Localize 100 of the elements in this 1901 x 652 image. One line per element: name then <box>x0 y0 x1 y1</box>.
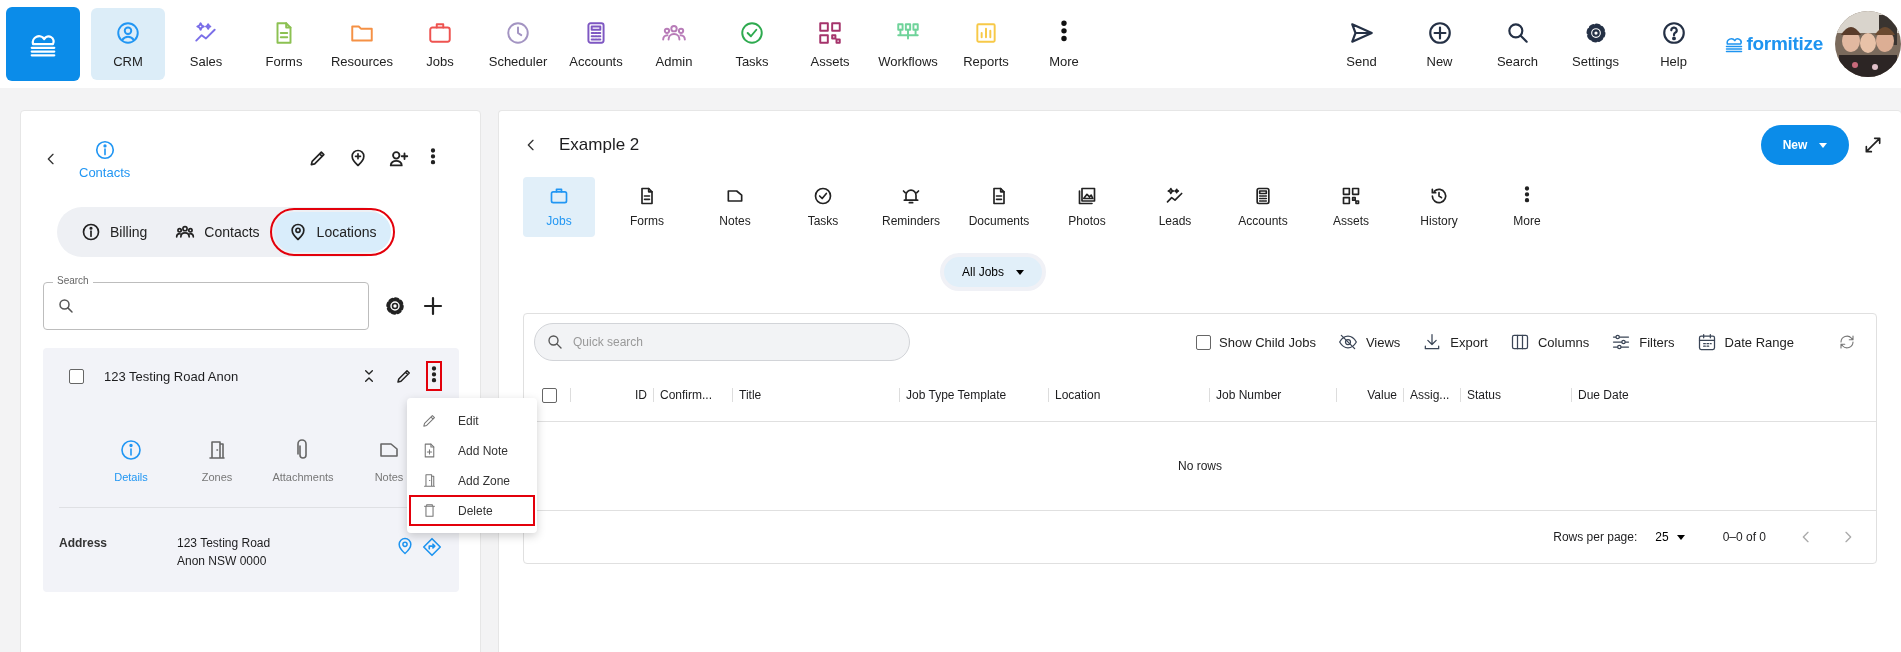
show-child-jobs-checkbox[interactable]: Show Child Jobs <box>1196 334 1316 350</box>
toolbar-button[interactable]: Columns <box>1509 332 1590 352</box>
info-icon <box>81 222 101 242</box>
column-header[interactable]: Value <box>1361 388 1403 402</box>
toolbar-action[interactable]: Help <box>1637 19 1710 69</box>
column-header[interactable]: Job Number <box>1210 388 1288 402</box>
menu-item[interactable]: Delete <box>411 497 533 524</box>
page-range: 0–0 of 0 <box>1722 530 1766 544</box>
refresh-icon <box>1838 333 1856 351</box>
tab[interactable]: Reminders <box>875 177 947 237</box>
column-header[interactable]: ID <box>629 388 653 402</box>
toolbar-action[interactable]: New <box>1403 19 1476 69</box>
menu-item[interactable]: Edit <box>411 407 533 434</box>
tab[interactable]: Contacts <box>161 212 274 252</box>
record-title: Example 2 <box>559 135 640 155</box>
nav-item[interactable]: Assets <box>793 8 867 80</box>
expand-icon <box>1863 135 1883 155</box>
toolbar-action[interactable]: Send <box>1325 19 1398 69</box>
nav-item[interactable]: Reports <box>949 8 1023 80</box>
column-header[interactable]: Assig... <box>1404 388 1456 402</box>
nav-item[interactable]: Accounts <box>559 8 633 80</box>
location-pin-icon <box>395 536 415 556</box>
tab[interactable]: Zones <box>177 438 257 483</box>
column-header[interactable]: Location <box>1049 388 1107 402</box>
nav-item[interactable]: Sales <box>169 8 243 80</box>
tab[interactable]: History <box>1403 177 1475 237</box>
nav-item[interactable]: CRM <box>91 8 165 80</box>
person-circle-icon <box>115 19 141 46</box>
quick-search-field[interactable]: Quick search <box>534 323 910 361</box>
nav-item[interactable]: Tasks <box>715 8 789 80</box>
tab[interactable]: Accounts <box>1227 177 1299 237</box>
rows-per-page-select[interactable]: 25 <box>1649 529 1691 545</box>
empty-message: No rows <box>1178 459 1222 473</box>
tab[interactable]: Notes <box>699 177 771 237</box>
toolbar-button[interactable]: Export <box>1422 332 1488 352</box>
toolbar-button[interactable]: Date Range <box>1696 332 1794 352</box>
location-plus-icon <box>348 148 368 168</box>
expand-button[interactable] <box>1863 135 1883 155</box>
nav-item[interactable]: More <box>1027 8 1101 80</box>
tab[interactable]: Documents <box>963 177 1035 237</box>
eye-off-icon <box>1337 332 1358 352</box>
column-header[interactable]: Due Date <box>1572 388 1635 402</box>
search-icon <box>57 297 75 315</box>
column-header[interactable]: Job Type Template <box>900 388 1013 402</box>
filter-dropdown[interactable]: All Jobs <box>940 253 1046 291</box>
rows-per-page-label: Rows per page: <box>1553 530 1638 544</box>
trash-icon <box>421 502 438 519</box>
columns-icon <box>1509 332 1530 352</box>
column-header[interactable]: Confirm... <box>654 388 718 402</box>
add-button[interactable] <box>421 294 445 318</box>
select-all-checkbox[interactable] <box>541 387 557 403</box>
calculator-icon <box>1253 186 1273 206</box>
bell-icon <box>901 186 921 206</box>
new-button[interactable]: New <box>1761 125 1849 165</box>
tab[interactable]: More <box>1491 177 1563 237</box>
help-icon <box>1660 19 1687 46</box>
refresh-button[interactable] <box>1838 333 1856 351</box>
nav-item[interactable]: Forms <box>247 8 321 80</box>
qr-code-icon <box>817 19 843 46</box>
nav-item[interactable]: Admin <box>637 8 711 80</box>
clock-icon <box>505 19 531 46</box>
edit-button[interactable] <box>395 367 413 385</box>
pencil-icon <box>421 412 438 429</box>
tab[interactable]: Tasks <box>787 177 859 237</box>
tab[interactable]: Assets <box>1315 177 1387 237</box>
home-button[interactable] <box>6 7 80 81</box>
column-header[interactable]: Title <box>733 388 768 402</box>
check-circle-icon <box>739 19 765 46</box>
plus-icon <box>421 294 445 318</box>
check-circle-icon <box>813 186 833 206</box>
brand-name: formitize <box>1746 33 1823 55</box>
sparkle-icon <box>1165 186 1185 206</box>
pencil-icon <box>395 367 413 385</box>
history-icon <box>1429 186 1449 206</box>
settings-icon <box>383 294 407 318</box>
sliders-icon <box>1611 332 1632 352</box>
toolbar-button[interactable]: Filters <box>1611 332 1675 352</box>
qr-code-icon <box>1341 186 1361 206</box>
toolbar-action[interactable]: Settings <box>1559 19 1632 69</box>
nav-item[interactable]: Workflows <box>871 8 945 80</box>
tab[interactable]: Forms <box>611 177 683 237</box>
tab[interactable]: Attachments <box>263 438 343 483</box>
toolbar-button[interactable]: Views <box>1337 332 1401 352</box>
checkbox[interactable] <box>69 368 84 384</box>
nav-item[interactable]: Jobs <box>403 8 477 80</box>
nav-item[interactable]: Scheduler <box>481 8 555 80</box>
info-icon <box>119 438 143 462</box>
field-value: Anon NSW 0000 <box>177 554 268 568</box>
column-header[interactable]: Status <box>1461 388 1508 402</box>
settings-button[interactable] <box>383 294 407 318</box>
photos-icon <box>1077 186 1097 206</box>
tab[interactable]: Photos <box>1051 177 1123 237</box>
tab[interactable]: Billing <box>67 212 162 252</box>
calendar-icon <box>1696 332 1717 352</box>
tab[interactable]: Leads <box>1139 177 1211 237</box>
nav-item[interactable]: Resources <box>325 8 399 80</box>
location-title: 123 Testing Road Anon <box>104 368 239 384</box>
toolbar-action[interactable]: Search <box>1481 19 1554 69</box>
door-icon <box>421 472 438 489</box>
info-icon <box>93 138 116 161</box>
